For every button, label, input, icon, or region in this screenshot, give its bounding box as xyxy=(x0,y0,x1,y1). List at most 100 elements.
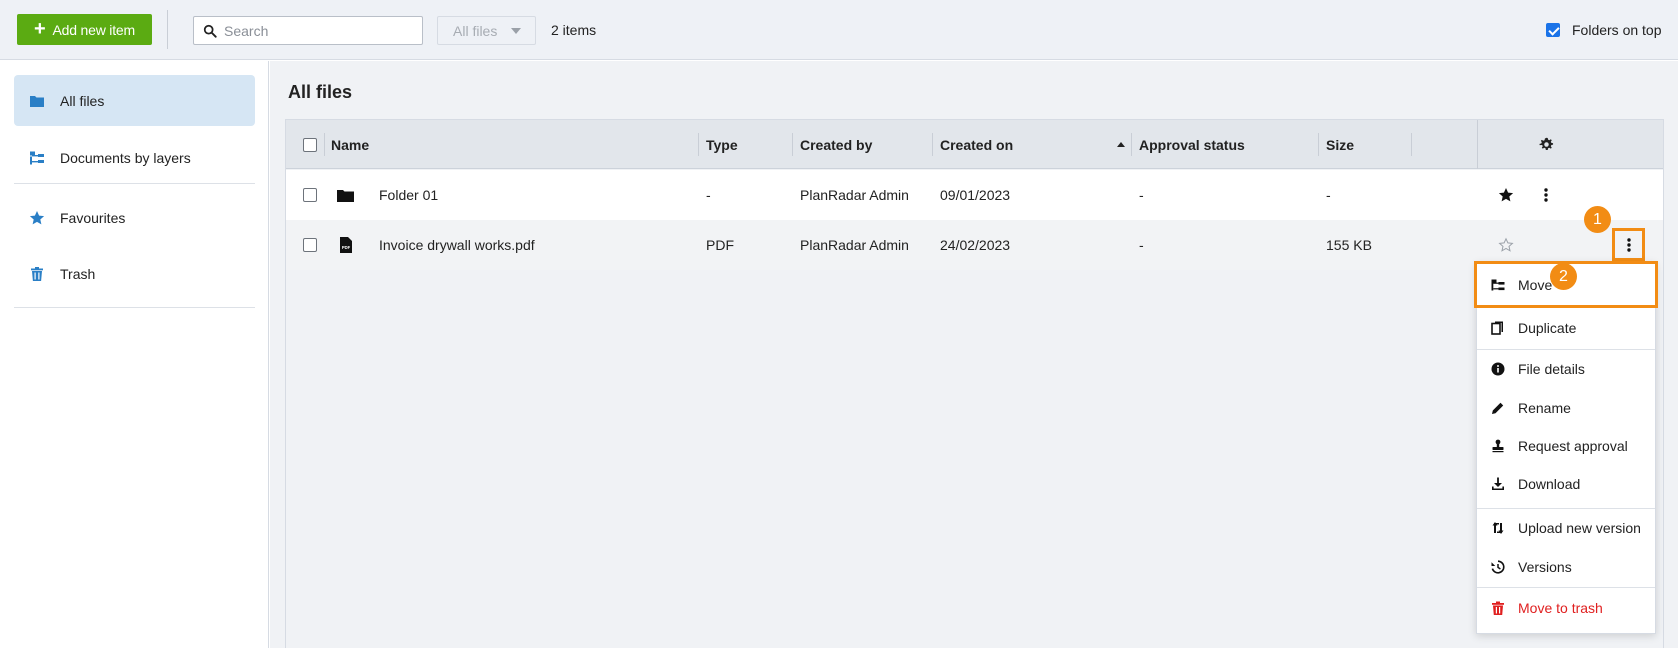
file-type: - xyxy=(706,187,711,203)
history-icon xyxy=(1491,560,1505,574)
menu-item-versions[interactable]: Versions xyxy=(1477,547,1655,587)
column-header-created-by[interactable]: Created by xyxy=(800,120,872,169)
sidebar-item-label: Trash xyxy=(60,265,96,282)
sidebar-item-label: Documents by layers xyxy=(60,149,191,166)
row-checkbox[interactable] xyxy=(303,238,317,252)
row-checkbox-cell[interactable] xyxy=(303,220,317,270)
item-count: 2 items xyxy=(551,22,597,38)
stamp-icon xyxy=(1492,439,1504,453)
row-checkbox-cell[interactable] xyxy=(303,170,317,220)
menu-item-label: Versions xyxy=(1518,559,1572,575)
menu-item-label: File details xyxy=(1518,361,1585,377)
file-approval-status: - xyxy=(1139,187,1144,203)
file-filter-value: All files xyxy=(453,22,498,39)
add-new-item-button[interactable]: + Add new item xyxy=(17,14,152,45)
folders-on-top-label: Folders on top xyxy=(1572,22,1662,38)
plus-icon: + xyxy=(34,17,46,40)
download-icon xyxy=(1492,477,1504,490)
folders-on-top-checkbox[interactable] xyxy=(1546,23,1560,37)
pencil-icon xyxy=(1492,402,1504,414)
menu-item-move-to-trash[interactable]: Move to trash xyxy=(1477,588,1655,628)
menu-item-label: Download xyxy=(1518,476,1581,492)
sidebar-item-label: Favourites xyxy=(60,209,126,226)
file-size: 155 KB xyxy=(1326,237,1372,253)
add-new-item-label: Add new item xyxy=(52,21,136,38)
menu-item-label: Upload new version xyxy=(1518,520,1641,536)
file-created-on: 24/02/2023 xyxy=(940,237,1011,253)
sidebar-divider xyxy=(14,307,255,308)
folders-on-top-toggle[interactable]: Folders on top xyxy=(1546,22,1662,38)
column-header-approval-status[interactable]: Approval status xyxy=(1139,120,1245,169)
table-settings-button[interactable] xyxy=(1539,120,1554,169)
trash-icon xyxy=(1492,601,1504,615)
favourite-star-filled-icon[interactable] xyxy=(1498,170,1514,220)
folder-icon xyxy=(30,95,44,107)
column-divider xyxy=(324,133,325,156)
toolbar-divider xyxy=(167,10,168,49)
menu-item-download[interactable]: Download xyxy=(1477,464,1655,504)
file-type: PDF xyxy=(706,237,734,253)
menu-item-label: Request approval xyxy=(1518,438,1628,454)
menu-item-duplicate[interactable]: Duplicate xyxy=(1477,308,1655,348)
column-divider xyxy=(1318,133,1319,156)
sidebar-item-all-files[interactable]: All files xyxy=(14,75,255,126)
upload-version-icon xyxy=(1492,522,1504,534)
menu-item-label: Duplicate xyxy=(1518,320,1577,336)
menu-item-label: Rename xyxy=(1518,400,1571,416)
file-created-on: 09/01/2023 xyxy=(940,187,1011,203)
menu-item-request-approval[interactable]: Request approval xyxy=(1477,426,1655,466)
file-filter-dropdown[interactable]: All files xyxy=(437,16,536,45)
column-divider xyxy=(1477,120,1478,169)
row-actions-kebab-button-highlighted[interactable] xyxy=(1612,228,1645,261)
menu-item-file-details[interactable]: File details xyxy=(1477,349,1655,389)
column-divider xyxy=(1411,133,1412,156)
search-input[interactable] xyxy=(224,22,414,39)
pdf-icon: PDF xyxy=(340,220,352,270)
page-title: All files xyxy=(288,82,353,102)
menu-item-upload-new-version[interactable]: Upload new version xyxy=(1477,508,1655,548)
row-actions-kebab-icon[interactable] xyxy=(1544,170,1548,220)
file-created-by: PlanRadar Admin xyxy=(800,237,909,253)
select-all-checkbox-cell[interactable] xyxy=(303,120,317,169)
duplicate-icon xyxy=(1491,321,1503,335)
row-checkbox[interactable] xyxy=(303,188,317,202)
select-all-checkbox[interactable] xyxy=(303,137,317,152)
column-header-type[interactable]: Type xyxy=(706,120,738,169)
file-size: - xyxy=(1326,187,1331,203)
sort-ascending-icon xyxy=(1117,120,1125,169)
sidebar-item-trash[interactable]: Trash xyxy=(14,248,255,299)
move-icon xyxy=(1491,279,1505,291)
column-divider xyxy=(792,133,793,156)
svg-text:PDF: PDF xyxy=(342,245,351,250)
file-name[interactable]: Folder 01 xyxy=(379,170,438,220)
trash-icon xyxy=(31,266,43,281)
row-context-menu: Duplicate File details Rename Request ap… xyxy=(1476,262,1656,634)
table-row[interactable]: Folder 01 - PlanRadar Admin 09/01/2023 -… xyxy=(286,170,1663,220)
column-header-name[interactable]: Name xyxy=(331,120,369,169)
table-row[interactable]: PDF Invoice drywall works.pdf PDF PlanRa… xyxy=(286,220,1663,270)
table-header: Name Type Created by Created on Approval… xyxy=(286,120,1663,169)
sidebar-divider xyxy=(14,183,255,184)
search-box[interactable] xyxy=(193,16,423,45)
main-content: All files Name Type Created by Created o… xyxy=(270,61,1678,648)
kebab-icon xyxy=(1626,237,1631,252)
folder-icon xyxy=(337,170,354,220)
menu-item-label: Move to trash xyxy=(1518,600,1603,616)
column-divider xyxy=(1131,133,1132,156)
column-header-created-on[interactable]: Created on xyxy=(940,120,1013,169)
column-header-size[interactable]: Size xyxy=(1326,120,1354,169)
sidebar: All files Documents by layers Favourites… xyxy=(0,61,269,648)
sidebar-item-favourites[interactable]: Favourites xyxy=(14,192,255,243)
column-divider xyxy=(932,133,933,156)
file-created-by: PlanRadar Admin xyxy=(800,187,909,203)
callout-step-2: 2 xyxy=(1550,263,1577,290)
caret-down-icon xyxy=(511,27,522,34)
sidebar-item-documents-by-layers[interactable]: Documents by layers xyxy=(14,132,255,183)
menu-item-rename[interactable]: Rename xyxy=(1477,388,1655,428)
info-icon xyxy=(1491,362,1505,376)
file-name[interactable]: Invoice drywall works.pdf xyxy=(379,220,535,270)
files-table: Name Type Created by Created on Approval… xyxy=(285,119,1664,648)
gear-icon xyxy=(1539,137,1554,150)
sidebar-item-label: All files xyxy=(60,92,105,109)
top-toolbar: + Add new item All files 2 items Folders… xyxy=(0,0,1678,60)
